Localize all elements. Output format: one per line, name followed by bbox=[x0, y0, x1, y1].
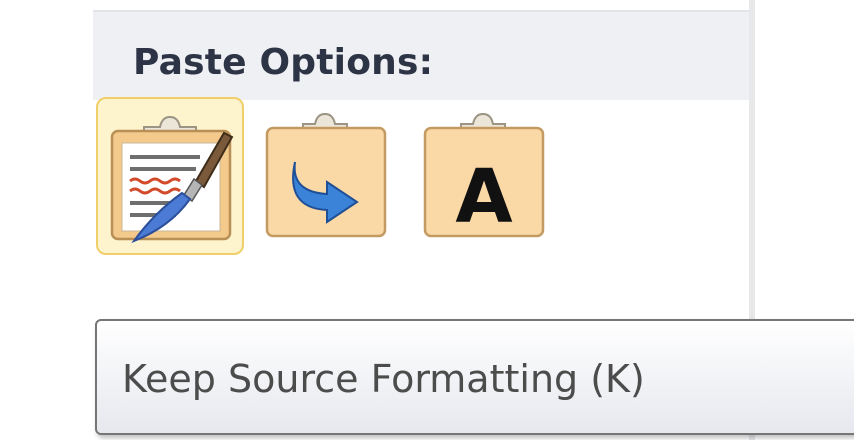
keep-source-formatting-icon bbox=[110, 115, 234, 244]
keep-text-only-icon: A bbox=[423, 112, 545, 240]
tooltip: Keep Source Formatting (K) bbox=[95, 319, 854, 435]
paste-options-title: Paste Options: bbox=[133, 42, 434, 83]
tooltip-text: Keep Source Formatting (K) bbox=[122, 357, 645, 401]
paste-options-header: Paste Options: bbox=[93, 10, 749, 100]
merge-formatting-icon bbox=[265, 112, 387, 238]
keep-text-only-glyph: A bbox=[455, 154, 512, 240]
keep-text-only-button[interactable]: A bbox=[419, 110, 549, 240]
keep-source-formatting-button[interactable] bbox=[96, 97, 244, 255]
merge-formatting-button[interactable] bbox=[261, 110, 391, 240]
